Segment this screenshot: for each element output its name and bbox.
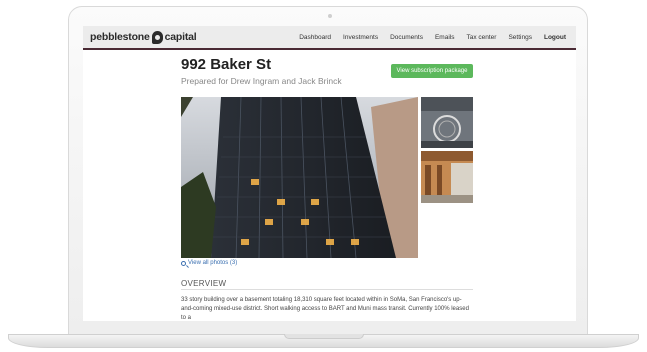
brand-word-1: pebblestone — [90, 31, 150, 43]
photo-thumbnail-2[interactable] — [421, 151, 473, 203]
magnifier-icon — [181, 260, 186, 266]
view-all-photos-link[interactable]: View all photos (3) — [181, 260, 237, 266]
nav-item-settings[interactable]: Settings — [502, 34, 538, 41]
page-subtitle: Prepared for Drew Ingram and Jack Brinck — [181, 76, 342, 86]
nav-item-dashboard[interactable]: Dashboard — [293, 34, 337, 41]
brand-logo[interactable]: pebblestone capital — [90, 30, 197, 44]
laptop-screen: pebblestone capital Dashboard Investment… — [83, 26, 576, 321]
main-nav: Dashboard Investments Documents Emails T… — [293, 34, 568, 41]
nav-item-tax-center[interactable]: Tax center — [460, 34, 502, 41]
top-navbar: pebblestone capital Dashboard Investment… — [83, 26, 576, 50]
nav-item-emails[interactable]: Emails — [429, 34, 461, 41]
lobby-thumbnail-illustration — [421, 97, 473, 148]
brand-word-2: capital — [164, 31, 197, 43]
view-all-photos-label: View all photos (3) — [188, 260, 238, 266]
laptop-notch — [284, 334, 364, 339]
nav-item-investments[interactable]: Investments — [337, 34, 384, 41]
building-photo-illustration — [181, 97, 418, 258]
page-title: 992 Baker St — [181, 56, 272, 73]
view-subscription-button[interactable]: View subscription package — [391, 64, 473, 78]
camera-icon — [328, 14, 332, 18]
photo-thumbnail-1[interactable] — [421, 97, 473, 148]
overview-divider — [181, 289, 473, 290]
entrance-thumbnail-illustration — [421, 151, 473, 203]
overview-text: 33 story building over a basement totali… — [181, 297, 469, 321]
logo-mark-icon — [151, 30, 163, 44]
nav-item-documents[interactable]: Documents — [384, 34, 429, 41]
overview-heading: OVERVIEW — [181, 279, 227, 288]
main-photo[interactable] — [181, 97, 418, 258]
nav-item-logout[interactable]: Logout — [538, 34, 568, 41]
